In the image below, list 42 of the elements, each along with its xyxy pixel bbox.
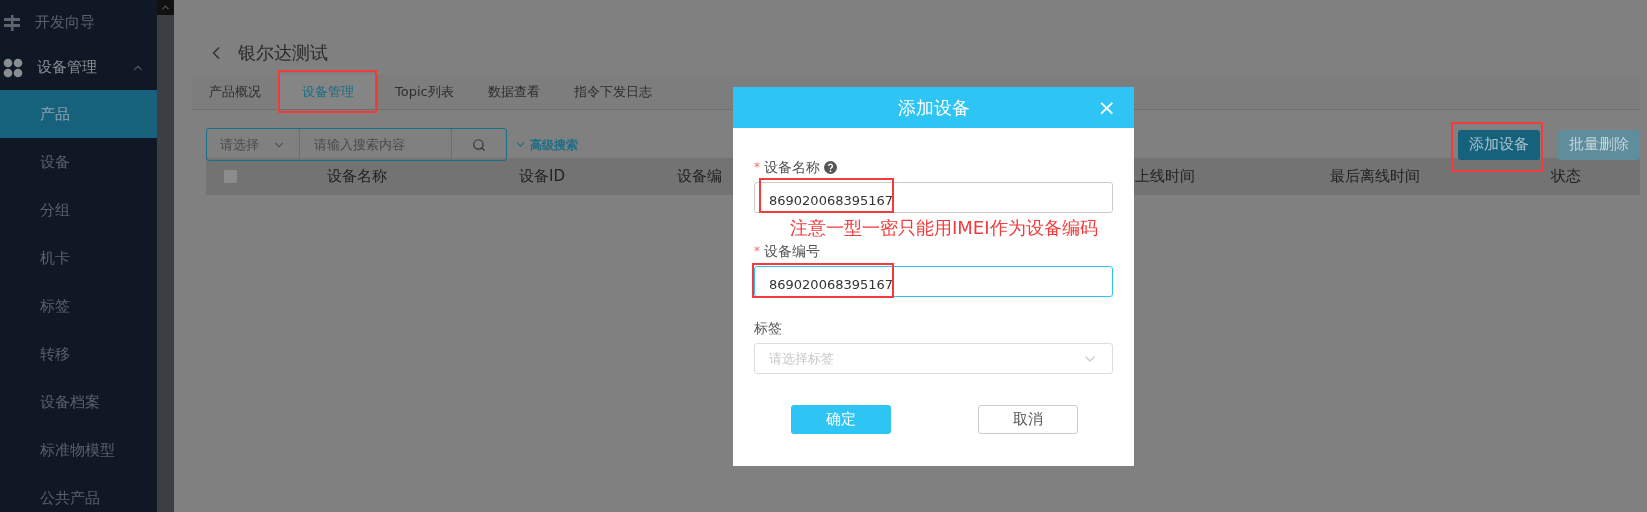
column-header: 设备编 (677, 166, 722, 188)
tab[interactable]: 数据查看 (470, 75, 557, 109)
close-button[interactable]: × (1097, 97, 1116, 119)
input-value[interactable]: 869020068395167 (769, 191, 1098, 210)
sidebar-item[interactable]: 标准物模型 (0, 426, 157, 474)
sidebar-item[interactable]: 转移 (0, 330, 157, 378)
column-header: 上线时间 (1135, 166, 1195, 188)
sidebar-item[interactable]: 设备 (0, 138, 157, 186)
column-header: 设备ID (519, 166, 565, 188)
confirm-button[interactable]: 确定 (791, 405, 891, 434)
column-header: 最后离线时间 (1330, 166, 1420, 188)
input-value[interactable]: 869020068395167 (769, 275, 1098, 294)
sidebar-item[interactable]: 公共产品 (0, 474, 157, 512)
sidebar-item[interactable]: 开发向导 (0, 0, 157, 45)
field-label: 设备编号 (764, 241, 820, 261)
tab[interactable]: Topic列表 (378, 75, 471, 109)
column-header: 设备名称 (327, 166, 387, 188)
annotation-note: 注意一型一密只能用IMEI作为设备编码 (789, 216, 1099, 240)
column-header: 状态 (1551, 166, 1581, 188)
sidebar-item[interactable]: 产品 (0, 90, 157, 138)
sidebar-item[interactable]: 设备档案 (0, 378, 157, 426)
dialog-title: 添加设备 (897, 96, 970, 120)
grid-icon (3, 57, 23, 78)
page-title: 银尔达测试 (238, 41, 328, 65)
search-icon (472, 137, 486, 152)
sidebar-item[interactable]: 设备管理 (0, 45, 157, 90)
add-device-button[interactable]: 添加设备 (1458, 129, 1540, 160)
signpost-icon (3, 13, 21, 32)
tab[interactable]: 产品概况 (192, 75, 278, 109)
advanced-search-link[interactable]: 高级搜索 (514, 135, 578, 154)
field-label: 标签 (754, 318, 782, 338)
sidebar-item[interactable]: 标签 (0, 282, 157, 330)
field-label: 设备名称 (764, 157, 820, 177)
sidebar-item[interactable]: 分组 (0, 186, 157, 234)
tab[interactable]: 指令下发日志 (556, 75, 669, 109)
input-field[interactable]: 869020068395167 (754, 266, 1113, 297)
required-mark: * (754, 243, 760, 260)
cancel-button[interactable]: 取消 (978, 405, 1078, 434)
scrollbar[interactable] (157, 0, 174, 512)
checkbox[interactable] (224, 170, 237, 183)
sidebar-item[interactable]: 机卡 (0, 234, 157, 282)
required-mark: * (754, 159, 760, 176)
